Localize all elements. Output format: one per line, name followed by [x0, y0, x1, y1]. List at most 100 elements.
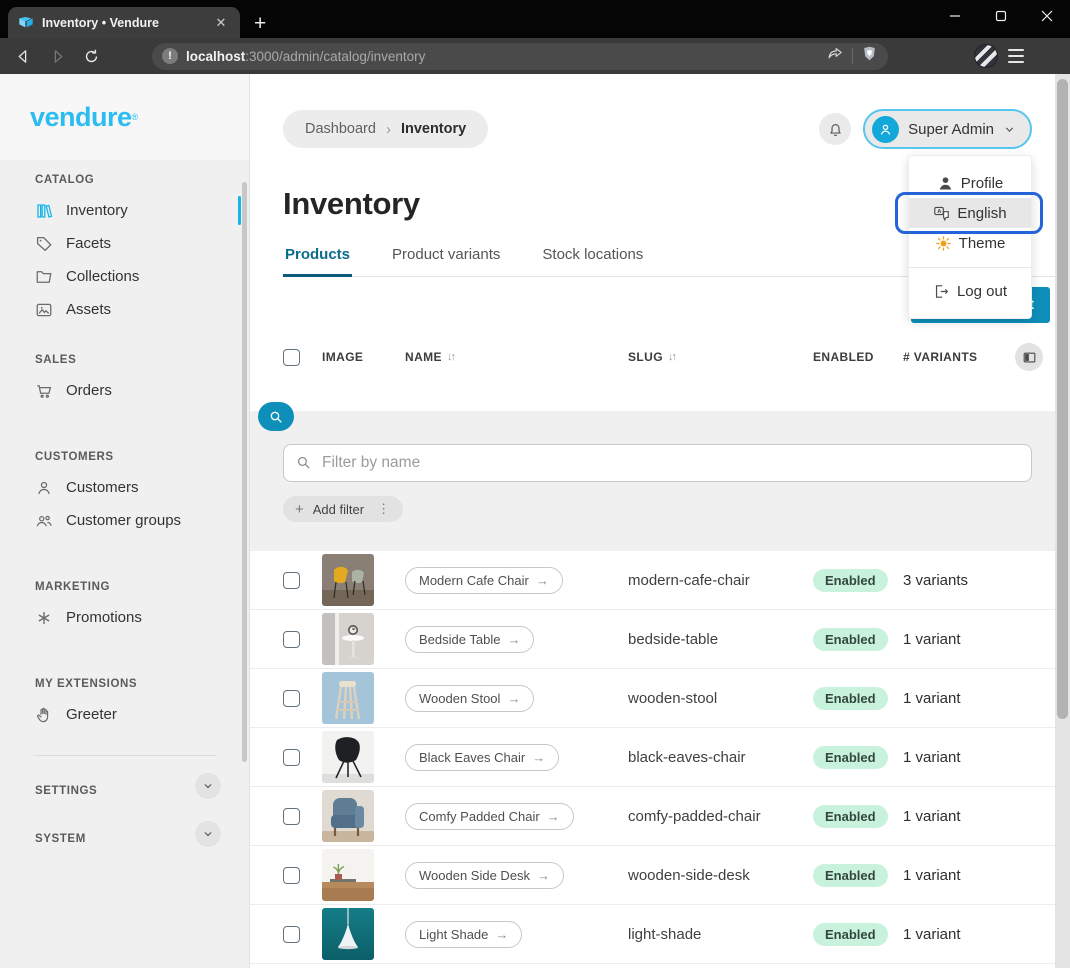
notifications-button[interactable] — [819, 113, 851, 145]
vendure-logo[interactable]: vendure® — [0, 74, 249, 160]
page-scrollbar[interactable] — [1055, 74, 1070, 968]
sidebar: vendure® CATALOG Inventory Facets Collec… — [0, 74, 250, 968]
table-row[interactable]: Modern Cafe Chair→ modern-cafe-chair Ena… — [250, 551, 1055, 610]
folder-icon — [35, 268, 53, 286]
variants-count: 1 variant — [903, 808, 1015, 825]
search-toggle-button[interactable] — [258, 402, 294, 431]
section-title-catalog: CATALOG — [0, 174, 249, 186]
column-header-name[interactable]: NAME↓↑ — [405, 350, 628, 364]
product-slug: black-eaves-chair — [628, 749, 813, 766]
sidebar-item-assets[interactable]: Assets — [0, 293, 249, 326]
sort-icon[interactable]: ↓↑ — [668, 351, 675, 363]
tab-product-variants[interactable]: Product variants — [390, 242, 502, 276]
arrow-right-icon: → — [537, 868, 550, 883]
product-thumbnail — [322, 849, 374, 901]
sidebar-item-promotions[interactable]: Promotions — [0, 601, 249, 634]
cart-icon — [35, 382, 53, 400]
scrollbar-thumb[interactable] — [1057, 79, 1068, 719]
sidebar-item-facets[interactable]: Facets — [0, 227, 249, 260]
column-header-enabled: ENABLED — [813, 350, 903, 364]
sidebar-section-settings[interactable]: SETTINGS — [0, 766, 249, 806]
sidebar-item-label: Customers — [66, 479, 139, 496]
menu-item-theme[interactable]: Theme — [909, 228, 1031, 258]
kebab-menu-icon[interactable]: ⋮ — [377, 501, 391, 517]
chevron-down-icon[interactable] — [195, 821, 221, 847]
row-checkbox[interactable] — [283, 867, 300, 884]
add-filter-button[interactable]: + Add filter ⋮ — [283, 496, 403, 522]
arrow-right-icon: → — [532, 750, 545, 765]
column-header-variants: # VARIANTS — [903, 350, 1015, 364]
sidebar-section-system[interactable]: SYSTEM — [0, 814, 249, 854]
browser-tab[interactable]: Inventory • Vendure ✕ — [8, 7, 240, 38]
table-row[interactable]: Bedside Table→ bedside-table Enabled 1 v… — [250, 610, 1055, 669]
bell-icon — [827, 121, 844, 138]
sidebar-item-label: Assets — [66, 301, 111, 318]
reload-button[interactable] — [74, 42, 108, 70]
breadcrumb-dashboard[interactable]: Dashboard — [305, 121, 376, 137]
sidebar-item-customers[interactable]: Customers — [0, 471, 249, 504]
filter-panel: + Add filter ⋮ — [250, 411, 1055, 551]
row-checkbox[interactable] — [283, 631, 300, 648]
forward-button[interactable] — [40, 42, 74, 70]
column-settings-button[interactable] — [1015, 343, 1043, 371]
row-checkbox[interactable] — [283, 690, 300, 707]
share-icon[interactable] — [827, 45, 844, 67]
column-header-slug[interactable]: SLUG↓↑ — [628, 350, 813, 364]
row-checkbox[interactable] — [283, 572, 300, 589]
sort-icon[interactable]: ↓↑ — [447, 351, 454, 363]
sidebar-item-customer-groups[interactable]: Customer groups — [0, 504, 249, 537]
product-slug: light-shade — [628, 926, 813, 943]
back-button[interactable] — [6, 42, 40, 70]
menu-item-language[interactable]: A English — [909, 198, 1031, 228]
close-button[interactable] — [1024, 0, 1070, 32]
product-name-link[interactable]: Black Eaves Chair→ — [405, 744, 559, 771]
library-icon — [35, 202, 53, 220]
product-name-link[interactable]: Modern Cafe Chair→ — [405, 567, 563, 594]
toolbar-separator — [852, 48, 853, 64]
product-name-link[interactable]: Comfy Padded Chair→ — [405, 803, 574, 830]
minimize-button[interactable] — [932, 0, 978, 32]
row-checkbox[interactable] — [283, 926, 300, 943]
tab-stock-locations[interactable]: Stock locations — [540, 242, 645, 276]
sidebar-item-label: Collections — [66, 268, 139, 285]
product-name-link[interactable]: Wooden Side Desk→ — [405, 862, 564, 889]
sidebar-item-greeter[interactable]: Greeter — [0, 698, 249, 731]
status-badge: Enabled — [813, 746, 888, 769]
sidebar-item-collections[interactable]: Collections — [0, 260, 249, 293]
menu-item-logout[interactable]: Log out — [909, 276, 1031, 306]
section-title-my-extensions: MY EXTENSIONS — [0, 678, 249, 690]
table-row[interactable]: Light Shade→ light-shade Enabled 1 varia… — [250, 905, 1055, 964]
product-thumbnail — [322, 672, 374, 724]
menu-item-profile[interactable]: Profile — [909, 168, 1031, 198]
vendure-favicon — [18, 15, 34, 31]
new-tab-button[interactable]: + — [254, 13, 266, 34]
table-row[interactable]: Comfy Padded Chair→ comfy-padded-chair E… — [250, 787, 1055, 846]
user-menu-button[interactable]: Super Admin — [863, 109, 1032, 149]
browser-profile-avatar[interactable] — [974, 44, 998, 68]
sidebar-item-orders[interactable]: Orders — [0, 374, 249, 407]
maximize-button[interactable] — [978, 0, 1024, 32]
breadcrumb-inventory[interactable]: Inventory — [401, 121, 466, 137]
chevron-down-icon[interactable] — [195, 773, 221, 799]
product-name-link[interactable]: Wooden Stool→ — [405, 685, 534, 712]
url-bar[interactable]: ! localhost:3000/admin/catalog/inventory — [152, 43, 888, 70]
sidebar-item-label: Greeter — [66, 706, 117, 723]
sidebar-item-inventory[interactable]: Inventory — [0, 194, 249, 227]
brave-shield-icon[interactable] — [861, 45, 878, 67]
row-checkbox[interactable] — [283, 808, 300, 825]
tab-products[interactable]: Products — [283, 242, 352, 276]
sidebar-scrollbar[interactable] — [242, 182, 247, 762]
sidebar-nav: CATALOG Inventory Facets Collections Ass… — [0, 160, 249, 854]
filter-by-name-input[interactable] — [283, 444, 1032, 482]
browser-menu-icon[interactable] — [1008, 49, 1024, 64]
select-all-checkbox[interactable] — [283, 349, 300, 366]
row-checkbox[interactable] — [283, 749, 300, 766]
product-name-link[interactable]: Bedside Table→ — [405, 626, 534, 653]
product-name-link[interactable]: Light Shade→ — [405, 921, 522, 948]
table-row[interactable]: Black Eaves Chair→ black-eaves-chair Ena… — [250, 728, 1055, 787]
tab-close-icon[interactable]: ✕ — [212, 14, 230, 32]
table-row[interactable]: Wooden Stool→ wooden-stool Enabled 1 var… — [250, 669, 1055, 728]
table-row[interactable]: Wooden Side Desk→ wooden-side-desk Enabl… — [250, 846, 1055, 905]
status-badge: Enabled — [813, 864, 888, 887]
site-info-icon[interactable]: ! — [162, 48, 178, 64]
